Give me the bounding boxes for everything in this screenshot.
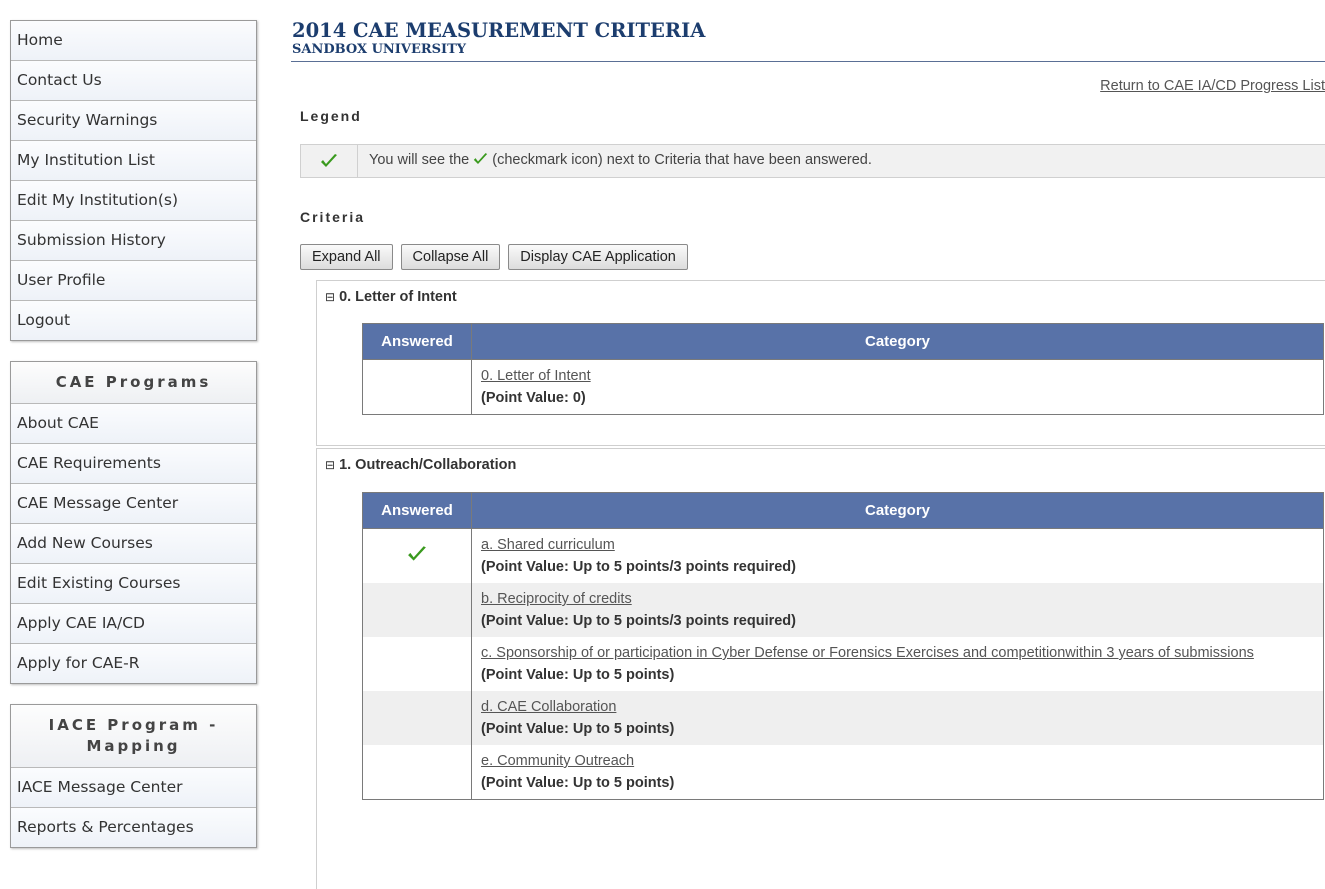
category-link[interactable]: b. Reciprocity of credits [481,591,632,607]
column-header-answered: Answered [362,323,472,360]
category-cell: d. CAE Collaboration (Point Value: Up to… [471,691,1324,745]
criteria-button-row: Expand All Collapse All Display CAE Applic… [300,244,696,270]
iace-nav: IACE Program - Mapping IACE Message Cent… [10,704,257,848]
category-cell: c. Sponsorship of or participation in Cy… [471,637,1324,691]
point-value: (Point Value: Up to 5 points) [481,721,675,737]
legend-text-after: (checkmark icon) next to Criteria that h… [488,152,872,168]
legend-box: You will see the (checkmark icon) next t… [300,144,1325,178]
nav-my-institution-list[interactable]: My Institution List [11,141,256,181]
category-link[interactable]: 0. Letter of Intent [481,368,591,384]
legend-label: Legend [300,108,362,124]
category-cell: b. Reciprocity of credits (Point Value: … [471,583,1324,637]
collapse-toggle-icon[interactable]: ⊟ [325,290,335,304]
sidebar: Home Contact Us Security Warnings My Ins… [10,20,257,868]
point-value: (Point Value: Up to 5 points) [481,775,675,791]
section-title: 0. Letter of Intent [339,289,457,305]
main-content: 2014 CAE MEASUREMENT CRITERIA SANDBOX UN… [291,19,1325,889]
collapse-toggle-icon[interactable]: ⊟ [325,458,335,472]
page-subtitle: SANDBOX UNIVERSITY [292,42,467,57]
return-to-progress-list-link[interactable]: Return to CAE IA/CD Progress List [1100,78,1325,94]
nav-about-cae[interactable]: About CAE [11,404,256,444]
nav-contact-us[interactable]: Contact Us [11,61,256,101]
nav-iace-message-center[interactable]: IACE Message Center [11,768,256,808]
nav-submission-history[interactable]: Submission History [11,221,256,261]
cae-programs-header: CAE Programs [11,362,256,404]
expand-all-button[interactable]: Expand All [300,244,393,270]
section-header-outreach-collaboration[interactable]: ⊟ 1. Outreach/Collaboration [317,449,1325,483]
nav-user-profile[interactable]: User Profile [11,261,256,301]
answered-cell [362,691,472,745]
column-header-answered: Answered [362,492,472,529]
table-row: b. Reciprocity of credits (Point Value: … [362,583,1324,637]
category-link[interactable]: c. Sponsorship of or participation in Cy… [481,645,1254,661]
section-title: 1. Outreach/Collaboration [339,457,517,473]
answered-cell [362,583,472,637]
section-panel-letter-of-intent: ⊟ 0. Letter of Intent Answered Category 0… [316,280,1325,446]
display-cae-application-button[interactable]: Display CAE Application [508,244,688,270]
category-cell: a. Shared curriculum (Point Value: Up to… [471,528,1324,583]
table-row: c. Sponsorship of or participation in Cy… [362,637,1324,691]
collapse-all-button[interactable]: Collapse All [400,244,501,270]
nav-home[interactable]: Home [11,21,256,61]
category-cell: 0. Letter of Intent (Point Value: 0) [471,359,1324,415]
criteria-label: Criteria [300,209,366,225]
column-header-category: Category [471,323,1324,360]
answered-cell [362,637,472,691]
page-title: 2014 CAE MEASUREMENT CRITERIA [292,19,706,42]
criteria-table-outreach-collaboration: Answered Category a. Shared curriculum (… [362,492,1324,800]
nav-cae-message-center[interactable]: CAE Message Center [11,484,256,524]
table-row: a. Shared curriculum (Point Value: Up to… [362,528,1324,583]
point-value: (Point Value: Up to 5 points/3 points re… [481,613,796,629]
point-value: (Point Value: 0) [481,390,586,406]
table-row: d. CAE Collaboration (Point Value: Up to… [362,691,1324,745]
nav-cae-requirements[interactable]: CAE Requirements [11,444,256,484]
section-header-letter-of-intent[interactable]: ⊟ 0. Letter of Intent [317,281,1325,315]
checkmark-icon [473,152,488,170]
answered-cell [362,528,472,583]
checkmark-icon [407,545,427,563]
legend-text: You will see the (checkmark icon) next t… [369,152,872,170]
section-panel-outreach-collaboration: ⊟ 1. Outreach/Collaboration Answered Cate… [316,448,1325,889]
category-cell: e. Community Outreach (Point Value: Up t… [471,745,1324,800]
point-value: (Point Value: Up to 5 points) [481,667,675,683]
criteria-table-letter-of-intent: Answered Category 0. Letter of Intent (P… [362,323,1324,415]
category-link[interactable]: e. Community Outreach [481,753,634,769]
category-link[interactable]: d. CAE Collaboration [481,699,616,715]
nav-logout[interactable]: Logout [11,301,256,340]
nav-add-new-courses[interactable]: Add New Courses [11,524,256,564]
title-divider [291,61,1325,62]
legend-text-before: You will see the [369,152,474,168]
table-row: 0. Letter of Intent (Point Value: 0) [362,359,1324,415]
answered-cell [362,745,472,800]
cae-programs-nav: CAE Programs About CAE CAE Requirements … [10,361,257,684]
iace-header: IACE Program - Mapping [11,705,256,768]
nav-apply-cae-iacd[interactable]: Apply CAE IA/CD [11,604,256,644]
point-value: (Point Value: Up to 5 points/3 points re… [481,559,796,575]
main-nav: Home Contact Us Security Warnings My Ins… [10,20,257,341]
nav-security-warnings[interactable]: Security Warnings [11,101,256,141]
answered-cell [362,359,472,415]
nav-edit-existing-courses[interactable]: Edit Existing Courses [11,564,256,604]
nav-edit-my-institutions[interactable]: Edit My Institution(s) [11,181,256,221]
nav-reports-percentages[interactable]: Reports & Percentages [11,808,256,847]
checkmark-icon [301,145,358,177]
table-row: e. Community Outreach (Point Value: Up t… [362,745,1324,800]
category-link[interactable]: a. Shared curriculum [481,537,615,553]
nav-apply-cae-r[interactable]: Apply for CAE-R [11,644,256,683]
column-header-category: Category [471,492,1324,529]
